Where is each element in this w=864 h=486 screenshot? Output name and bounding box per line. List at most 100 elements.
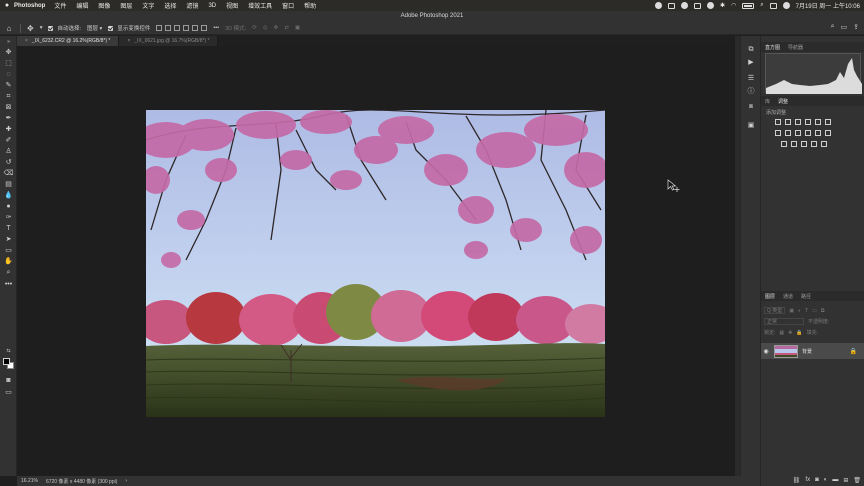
- zoom-tool-icon[interactable]: ⌕: [4, 268, 13, 276]
- eraser-tool-icon[interactable]: ⌫: [4, 169, 14, 177]
- paths-panel-icon[interactable]: ⧈: [747, 103, 755, 111]
- tab-channels[interactable]: 通道: [783, 293, 793, 300]
- filter-shape-icon[interactable]: ▭: [812, 308, 817, 314]
- document-tab[interactable]: × _IX_0621.jpg @ 16.7%(RGB/8*) *: [119, 36, 219, 46]
- chevron-down-icon[interactable]: ▾: [40, 25, 43, 31]
- link-layers-icon[interactable]: ⛓: [793, 477, 801, 484]
- info-panel-icon[interactable]: ⓘ: [747, 87, 755, 95]
- curves-icon[interactable]: [795, 119, 801, 125]
- layer-row-background[interactable]: ◉ 背景 🔒: [761, 343, 864, 359]
- menu-help[interactable]: 帮助: [304, 1, 316, 10]
- color-balance-icon[interactable]: [785, 130, 791, 136]
- layer-mask-icon[interactable]: ◙: [815, 477, 819, 483]
- move-tool-icon[interactable]: ✥: [4, 48, 13, 56]
- bluetooth-icon[interactable]: ✱: [720, 2, 725, 9]
- screen-icon[interactable]: [667, 2, 675, 9]
- foreground-color-swatch[interactable]: [3, 358, 10, 365]
- collapse-icon[interactable]: »: [4, 38, 13, 46]
- align-right-icon[interactable]: [174, 25, 181, 31]
- more-options-button[interactable]: •••: [213, 25, 219, 31]
- invert-icon[interactable]: [781, 141, 787, 147]
- more-tools-icon[interactable]: •••: [4, 280, 13, 288]
- lasso-tool-icon[interactable]: ◌: [4, 70, 13, 78]
- quick-mask-icon[interactable]: ◙: [4, 376, 13, 384]
- black-white-icon[interactable]: [795, 130, 801, 136]
- hand-tool-icon[interactable]: ✋: [4, 257, 13, 265]
- lock-all-icon[interactable]: 🔒: [796, 330, 802, 336]
- properties-panel-icon[interactable]: ☰: [747, 74, 755, 82]
- tab-paths[interactable]: 路径: [801, 293, 811, 300]
- status-menu-arrow[interactable]: ›: [125, 478, 127, 484]
- siri-icon[interactable]: [782, 2, 790, 9]
- photo-filter-icon[interactable]: [805, 130, 811, 136]
- share-icon[interactable]: ⇪: [853, 23, 859, 31]
- app-status-icon[interactable]: [693, 2, 701, 9]
- layer-kind-filter[interactable]: Q 类型: [764, 307, 786, 314]
- align-bottom-icon[interactable]: [201, 25, 208, 31]
- levels-icon[interactable]: [785, 119, 791, 125]
- chat-icon[interactable]: [706, 2, 714, 9]
- eyedropper-tool-icon[interactable]: ✒: [4, 114, 13, 122]
- tab-layers[interactable]: 图层: [765, 293, 775, 300]
- history-brush-tool-icon[interactable]: ↺: [4, 158, 13, 166]
- rectangle-tool-icon[interactable]: ▭: [4, 246, 13, 254]
- screen-mode-icon[interactable]: ▭: [4, 388, 13, 396]
- wifi-icon[interactable]: ◠: [731, 2, 736, 9]
- 3d-roll-icon[interactable]: ◎: [263, 25, 268, 31]
- workspace-icon[interactable]: ▭: [841, 23, 848, 31]
- tab-close-icon[interactable]: ×: [25, 38, 28, 44]
- 3d-pan-icon[interactable]: ✥: [274, 25, 279, 31]
- menu-type[interactable]: 文字: [142, 1, 154, 10]
- crop-tool-icon[interactable]: ⌗: [4, 92, 13, 100]
- battery-icon[interactable]: [742, 2, 755, 9]
- menu-filter[interactable]: 滤镜: [186, 1, 198, 10]
- delete-layer-icon[interactable]: 🗑: [853, 477, 861, 484]
- home-icon[interactable]: ⌂: [4, 24, 14, 33]
- 3d-scale-icon[interactable]: ▣: [295, 25, 300, 31]
- tab-adjustments[interactable]: 调整: [778, 98, 788, 105]
- filter-adjustment-icon[interactable]: ◐: [798, 308, 801, 314]
- menu-plugins[interactable]: 增效工具: [248, 1, 272, 10]
- document-tab-active[interactable]: × _IX_6232.CR2 @ 16.2%(RGB/8*) *: [17, 36, 120, 46]
- brush-panel-icon[interactable]: ▣: [747, 121, 755, 129]
- marquee-tool-icon[interactable]: ⬚: [4, 59, 13, 67]
- menu-edit[interactable]: 编辑: [76, 1, 88, 10]
- hue-saturation-icon[interactable]: [775, 130, 781, 136]
- healing-brush-tool-icon[interactable]: ✚: [4, 125, 13, 133]
- path-select-tool-icon[interactable]: ➤: [4, 235, 13, 243]
- align-left-icon[interactable]: [156, 25, 163, 31]
- exposure-icon[interactable]: [805, 119, 811, 125]
- move-tool-icon[interactable]: ✥: [27, 24, 34, 33]
- clone-stamp-tool-icon[interactable]: ♙: [4, 147, 13, 155]
- search-icon[interactable]: ⌕: [831, 23, 835, 31]
- document-canvas-image[interactable]: [146, 110, 605, 417]
- filter-pixel-icon[interactable]: ▣: [789, 308, 794, 314]
- tab-histogram[interactable]: 直方图: [765, 44, 780, 51]
- menu-app-name[interactable]: Photoshop: [14, 3, 45, 9]
- 3d-rotate-icon[interactable]: ⟳: [252, 25, 257, 31]
- spotlight-icon[interactable]: ⌕: [760, 2, 763, 9]
- pen-tool-icon[interactable]: ✑: [4, 213, 13, 221]
- filter-type-icon[interactable]: T: [805, 308, 808, 314]
- zoom-level[interactable]: 16.21%: [21, 478, 38, 484]
- gradient-map-triangle-icon[interactable]: [825, 119, 831, 125]
- tab-libraries[interactable]: 库: [765, 98, 770, 105]
- blend-mode-select[interactable]: 正常: [764, 318, 804, 325]
- record-icon[interactable]: [654, 2, 662, 9]
- selective-color-icon[interactable]: [811, 141, 817, 147]
- align-hcenter-icon[interactable]: [165, 25, 172, 31]
- show-transform-checkbox[interactable]: 显示变换控件: [108, 24, 150, 32]
- vibrance-icon[interactable]: [815, 119, 821, 125]
- quick-select-tool-icon[interactable]: ✎: [4, 81, 13, 89]
- brush-tool-icon[interactable]: ✐: [4, 136, 13, 144]
- apple-icon[interactable]: ●: [0, 2, 14, 9]
- menu-image[interactable]: 图像: [98, 1, 110, 10]
- layer-style-icon[interactable]: fx: [805, 477, 810, 483]
- blur-tool-icon[interactable]: 💧: [4, 191, 13, 199]
- brightness-contrast-icon[interactable]: [775, 119, 781, 125]
- frame-tool-icon[interactable]: ⊠: [4, 103, 13, 111]
- canvas-area[interactable]: [17, 46, 735, 476]
- gradient-tool-icon[interactable]: ▤: [4, 180, 13, 188]
- dodge-tool-icon[interactable]: ●: [4, 202, 13, 210]
- menu-clock[interactable]: 7月19日 周一 上午10:06: [796, 1, 860, 10]
